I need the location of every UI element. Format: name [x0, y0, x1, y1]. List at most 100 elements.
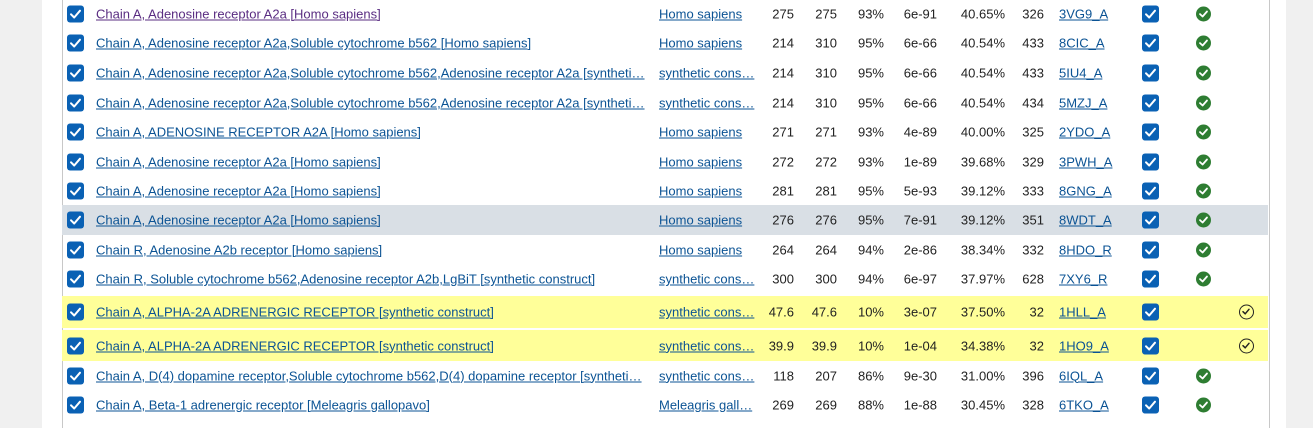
- scientific-name-link[interactable]: Homo sapiens: [659, 125, 759, 140]
- accession-link[interactable]: 1HO9_A: [1059, 338, 1109, 353]
- e-value: 7e-91: [903, 212, 937, 228]
- accession-link[interactable]: 8CIC_A: [1059, 36, 1105, 51]
- green-check-icon: [1196, 212, 1211, 228]
- green-check-icon: [1196, 271, 1211, 287]
- e-value: 6e-66: [903, 65, 937, 81]
- select-row-checkbox[interactable]: [67, 337, 84, 354]
- select-row-checkbox[interactable]: [67, 241, 84, 258]
- yellow-check-icon: [1239, 304, 1254, 320]
- select-checkbox[interactable]: [1142, 153, 1159, 170]
- accession-link[interactable]: 8WDT_A: [1059, 213, 1112, 228]
- max-score: 264: [772, 242, 794, 257]
- select-row-checkbox[interactable]: [67, 211, 84, 229]
- scientific-name-link[interactable]: synthetic cons…: [659, 66, 759, 81]
- select-row-checkbox[interactable]: [67, 123, 84, 141]
- accession-length: 325: [1022, 124, 1044, 140]
- select-checkbox[interactable]: [1142, 94, 1159, 111]
- description-link[interactable]: Chain A, Beta-1 adrenergic receptor [Mel…: [96, 398, 656, 413]
- select-checkbox[interactable]: [1142, 211, 1159, 229]
- accession-link[interactable]: 3VG9_A: [1059, 7, 1108, 22]
- accession-length: 332: [1022, 242, 1044, 257]
- description-link[interactable]: Chain A, Adenosine receptor A2a,Soluble …: [96, 66, 656, 81]
- description-link[interactable]: Chain R, Adenosine A2b receptor [Homo sa…: [96, 242, 656, 257]
- scientific-name-link[interactable]: synthetic cons…: [659, 95, 759, 110]
- query-cover: 93%: [857, 6, 884, 22]
- scientific-name-link[interactable]: synthetic cons…: [659, 272, 759, 287]
- scientific-name-link[interactable]: synthetic cons…: [659, 368, 759, 383]
- description-link[interactable]: Chain A, Adenosine receptor A2a [Homo sa…: [96, 183, 656, 198]
- accession-link[interactable]: 6IQL_A: [1059, 368, 1103, 383]
- scientific-name-link[interactable]: synthetic cons…: [659, 338, 759, 353]
- accession-link[interactable]: 5IU4_A: [1059, 66, 1102, 81]
- select-row-checkbox[interactable]: [67, 182, 84, 199]
- e-value: 6e-91: [903, 6, 937, 22]
- table-row: Chain A, Adenosine receptor A2a [Homo sa…: [62, 205, 1268, 235]
- description-link[interactable]: Chain A, Adenosine receptor A2a [Homo sa…: [96, 154, 656, 169]
- percent-identity: 39.12%: [960, 212, 1005, 228]
- description-link[interactable]: Chain A, ADENOSINE RECEPTOR A2A [Homo sa…: [96, 125, 656, 140]
- accession-link[interactable]: 8GNG_A: [1059, 183, 1112, 198]
- select-row-checkbox[interactable]: [67, 34, 84, 52]
- accession-link[interactable]: 8HDO_R: [1059, 242, 1112, 257]
- green-check-icon: [1196, 368, 1211, 383]
- max-score: 214: [772, 35, 794, 51]
- accession-length: 326: [1022, 6, 1044, 22]
- accession-link[interactable]: 5MZJ_A: [1059, 95, 1107, 110]
- select-checkbox[interactable]: [1142, 182, 1159, 199]
- description-link[interactable]: Chain R, Soluble cytochrome b562,Adenosi…: [96, 272, 656, 287]
- accession-link[interactable]: 3PWH_A: [1059, 154, 1112, 169]
- select-checkbox[interactable]: [1142, 303, 1159, 321]
- select-checkbox[interactable]: [1142, 337, 1159, 354]
- accession-length: 32: [1029, 338, 1044, 353]
- max-score: 272: [772, 154, 794, 169]
- select-checkbox[interactable]: [1142, 123, 1159, 141]
- select-row-checkbox[interactable]: [67, 153, 84, 170]
- select-row-checkbox[interactable]: [67, 94, 84, 111]
- select-checkbox[interactable]: [1142, 270, 1159, 288]
- description-link[interactable]: Chain A, Adenosine receptor A2a [Homo sa…: [96, 213, 656, 228]
- description-link[interactable]: Chain A, D(4) dopamine receptor,Soluble …: [96, 368, 656, 383]
- scientific-name-link[interactable]: Homo sapiens: [659, 242, 759, 257]
- scientific-name-link[interactable]: synthetic cons…: [659, 305, 759, 320]
- accession-link[interactable]: 2YDO_A: [1059, 125, 1110, 140]
- e-value: 3e-07: [903, 304, 937, 320]
- select-checkbox[interactable]: [1142, 34, 1159, 52]
- scientific-name-link[interactable]: Homo sapiens: [659, 213, 759, 228]
- percent-identity: 39.12%: [960, 183, 1005, 198]
- total-score: 310: [815, 35, 837, 51]
- select-row-checkbox[interactable]: [67, 367, 84, 384]
- green-check-icon: [1196, 95, 1211, 110]
- accession-link[interactable]: 7XY6_R: [1059, 272, 1107, 287]
- scientific-name-link[interactable]: Homo sapiens: [659, 183, 759, 198]
- green-check-icon: [1196, 397, 1211, 413]
- description-link[interactable]: Chain A, Adenosine receptor A2a [Homo sa…: [96, 7, 656, 22]
- percent-identity: 37.97%: [960, 271, 1005, 287]
- query-cover: 94%: [857, 242, 884, 257]
- table-row: Chain R, Adenosine A2b receptor [Homo sa…: [62, 235, 1268, 264]
- accession-length: 396: [1022, 368, 1044, 383]
- description-link[interactable]: Chain A, ALPHA-2A ADRENERGIC RECEPTOR [s…: [96, 305, 656, 320]
- select-row-checkbox[interactable]: [67, 5, 84, 23]
- description-link[interactable]: Chain A, ALPHA-2A ADRENERGIC RECEPTOR [s…: [96, 338, 656, 353]
- accession-link[interactable]: 6TKO_A: [1059, 398, 1109, 413]
- select-row-checkbox[interactable]: [67, 270, 84, 288]
- description-link[interactable]: Chain A, Adenosine receptor A2a,Soluble …: [96, 36, 656, 51]
- scientific-name-link[interactable]: Homo sapiens: [659, 154, 759, 169]
- accession-link[interactable]: 1HLL_A: [1059, 305, 1106, 320]
- table-row: Chain A, Adenosine receptor A2a [Homo sa…: [62, 0, 1268, 28]
- select-checkbox[interactable]: [1142, 64, 1159, 82]
- select-checkbox[interactable]: [1142, 367, 1159, 384]
- select-row-checkbox[interactable]: [67, 303, 84, 321]
- e-value: 6e-97: [903, 271, 937, 287]
- select-row-checkbox[interactable]: [67, 396, 84, 414]
- e-value: 1e-04: [903, 338, 937, 353]
- select-checkbox[interactable]: [1142, 396, 1159, 414]
- e-value: 5e-93: [903, 183, 937, 198]
- select-checkbox[interactable]: [1142, 241, 1159, 258]
- scientific-name-link[interactable]: Homo sapiens: [659, 36, 759, 51]
- description-link[interactable]: Chain A, Adenosine receptor A2a,Soluble …: [96, 95, 656, 110]
- scientific-name-link[interactable]: Meleagris gall…: [659, 398, 759, 413]
- select-checkbox[interactable]: [1142, 5, 1159, 23]
- select-row-checkbox[interactable]: [67, 64, 84, 82]
- scientific-name-link[interactable]: Homo sapiens: [659, 7, 759, 22]
